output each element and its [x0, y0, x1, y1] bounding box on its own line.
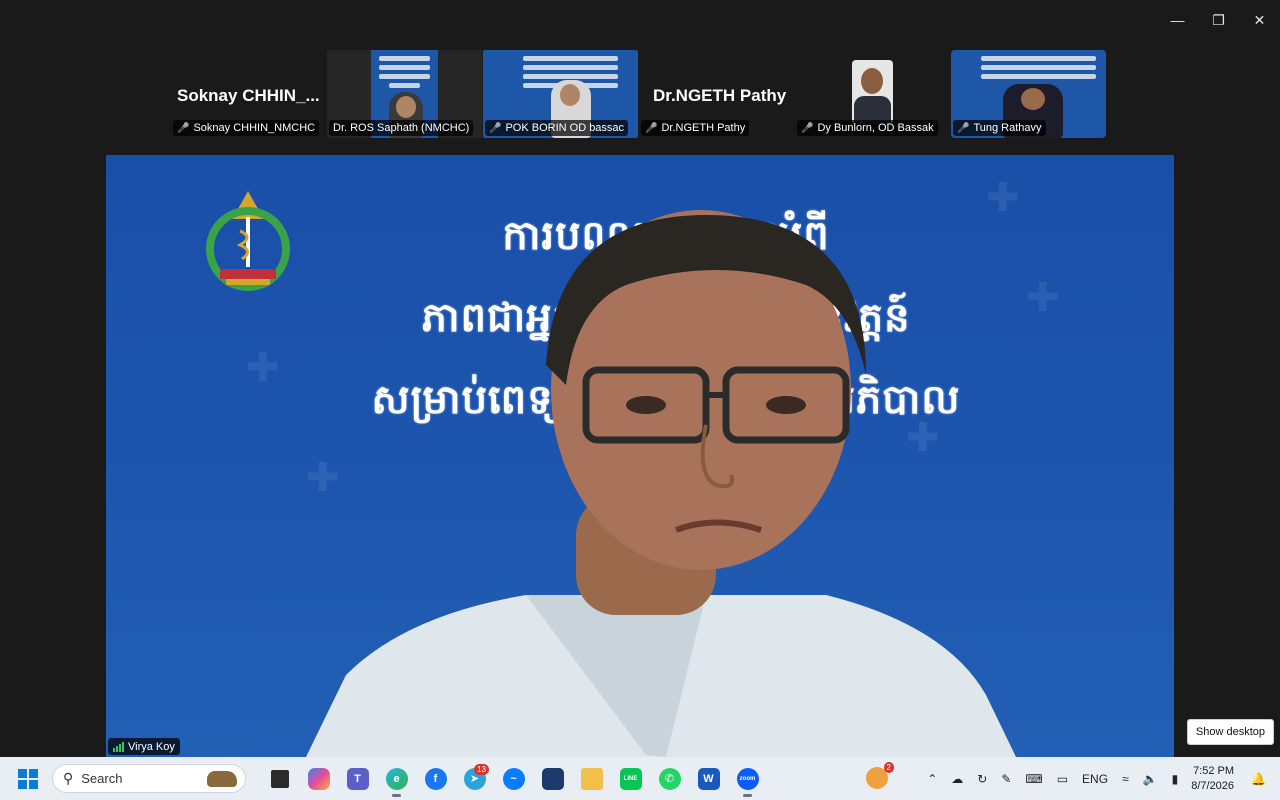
search-highlight-image [207, 771, 237, 787]
participant-display-name: Soknay CHHIN_... [177, 86, 320, 105]
word-icon[interactable]: W [689, 759, 728, 799]
minimize-icon[interactable]: — [1157, 0, 1198, 40]
participant-photo [852, 60, 893, 124]
zoom-icon[interactable]: zoom [728, 759, 767, 799]
weather-badge: 2 [883, 762, 894, 773]
participant-display-name: Dr.NGETH Pathy [653, 86, 787, 105]
file-explorer-icon[interactable] [260, 759, 299, 799]
notifications-icon[interactable]: 🔔 [1251, 772, 1266, 786]
taskbar: ⚲ Search T e f ➤ 13 ~ LINE ✆ W zoom 2 ⌃ ☁… [0, 757, 1280, 800]
participant-name-tag: 🎤 Dy Bunlorn, OD Bassak [797, 120, 938, 136]
mic-off-icon: 🎤 [645, 122, 658, 134]
close-icon[interactable]: ✕ [1239, 0, 1280, 40]
sync-icon[interactable]: ↻ [977, 772, 987, 786]
clock-time: 7:52 PM [1193, 764, 1235, 777]
start-button[interactable] [8, 759, 48, 799]
window-controls: — ❐ ✕ [1157, 0, 1280, 40]
participant-tile[interactable]: Dr.NGETH Pathy 🎤 Dr.NGETH Pathy [639, 50, 794, 138]
restore-icon[interactable]: ❐ [1198, 0, 1239, 40]
pen-icon[interactable]: ✎ [1001, 772, 1011, 786]
participant-strip: Soknay CHHIN_... 🎤 Soknay CHHIN_NMCHC Dr.… [171, 50, 1106, 138]
participant-name-tag: 🎤 Soknay CHHIN_NMCHC [173, 120, 320, 136]
participant-name-tag: 🎤 Dr.NGETH Pathy [641, 120, 750, 136]
show-desktop-tooltip: Show desktop [1186, 719, 1274, 745]
windows-icon [18, 768, 38, 789]
participant-name-tag: 🎤 Tung Rathavy [953, 120, 1046, 136]
battery-icon[interactable]: ▮ [1172, 772, 1179, 786]
participant-name-tag: Dr. ROS Saphath (NMCHC) [329, 120, 474, 136]
clock[interactable]: 7:52 PM 8/7/2026 [1191, 764, 1234, 794]
weather-widget-icon[interactable]: 2 [866, 762, 894, 789]
taskbar-apps: T e f ➤ 13 ~ LINE ✆ W zoom [260, 759, 767, 799]
whatsapp-icon[interactable]: ✆ [650, 759, 689, 799]
participant-tile[interactable]: 🎤 Tung Rathavy [951, 50, 1106, 138]
participant-tile[interactable]: Dr. ROS Saphath (NMCHC) [327, 50, 482, 138]
system-tray: ⌃ ☁ ↻ ✎ ⌨ ▭ ENG ≈ 🔈 ▮ 7:52 PM 8/7/2026 🔔 [920, 757, 1280, 800]
line-icon[interactable]: LINE [611, 759, 650, 799]
copilot-icon[interactable] [299, 759, 338, 799]
wifi-icon[interactable]: ≈ [1122, 772, 1129, 786]
onedrive-icon[interactable]: ☁ [951, 772, 963, 786]
clock-date: 8/7/2026 [1191, 779, 1235, 792]
signal-strength-icon [113, 741, 124, 752]
messenger-icon[interactable]: ~ [494, 759, 533, 799]
participant-tile[interactable]: 🎤 POK BORIN OD bassac [483, 50, 638, 138]
search-placeholder: Search [81, 771, 123, 786]
folder-icon[interactable] [572, 759, 611, 799]
chevron-up-icon[interactable]: ⌃ [927, 772, 937, 786]
facebook-icon[interactable]: f [416, 759, 455, 799]
display-icon[interactable]: ▭ [1057, 772, 1068, 786]
mic-off-icon: 🎤 [801, 122, 814, 134]
taskbar-search-box[interactable]: ⚲ Search [52, 764, 246, 793]
participant-name-tag: 🎤 POK BORIN OD bassac [485, 120, 629, 136]
language-indicator[interactable]: ENG [1082, 772, 1108, 786]
participant-tile[interactable]: Soknay CHHIN_... 🎤 Soknay CHHIN_NMCHC [171, 50, 326, 138]
mic-off-icon: 🎤 [177, 122, 190, 134]
mic-off-icon: 🎤 [957, 122, 970, 134]
telegram-badge: 13 [474, 763, 489, 775]
speaker-name-tag: Virya Koy [108, 738, 180, 755]
mic-off-icon: 🎤 [489, 122, 502, 134]
teams-icon[interactable]: T [338, 759, 377, 799]
search-icon: ⚲ [63, 770, 74, 786]
keyboard-icon[interactable]: ⌨ [1025, 772, 1042, 786]
telegram-icon[interactable]: ➤ 13 [455, 759, 494, 799]
store-icon[interactable] [533, 759, 572, 799]
volume-icon[interactable]: 🔈 [1143, 772, 1158, 786]
speaker-figure [306, 210, 1016, 757]
edge-icon[interactable]: e [377, 759, 416, 799]
participant-tile[interactable]: 🎤 Dy Bunlorn, OD Bassak [795, 50, 950, 138]
main-speaker-video[interactable]: ✚ ✚ ✚ ✚ ✚ ការបណ្តុះបណ្តាលអំពី ភាពជាអ្នកដ… [106, 155, 1174, 757]
